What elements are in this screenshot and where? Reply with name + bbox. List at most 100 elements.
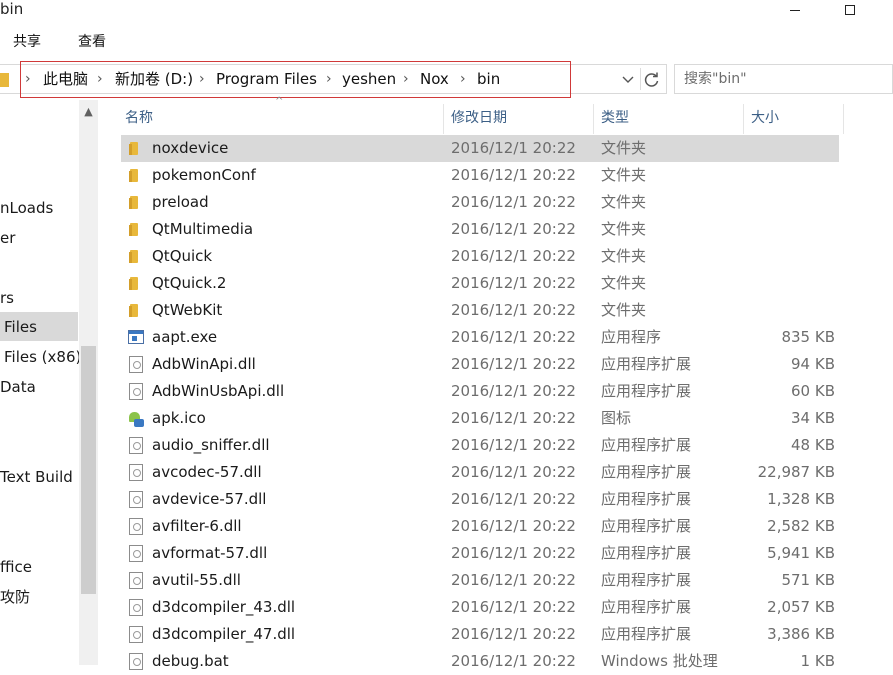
file-row[interactable]: QtQuick 2016/12/1 20:22 文件夹 bbox=[121, 243, 839, 270]
file-row[interactable]: d3dcompiler_43.dll 2016/12/1 20:22 应用程序扩展 2… bbox=[121, 594, 839, 621]
tab-view[interactable]: 查看 bbox=[78, 31, 106, 53]
file-row[interactable]: avcodec-57.dll 2016/12/1 20:22 应用程序扩展 22,98… bbox=[121, 459, 839, 486]
dll-icon bbox=[129, 356, 143, 373]
file-row[interactable]: noxdevice 2016/12/1 20:22 文件夹 bbox=[121, 135, 839, 162]
file-date: 2016/12/1 20:22 bbox=[451, 382, 576, 400]
file-type: 应用程序扩展 bbox=[601, 598, 692, 616]
file-type: 文件夹 bbox=[601, 166, 647, 184]
file-date: 2016/12/1 20:22 bbox=[451, 571, 576, 589]
file-type: 应用程序扩展 bbox=[601, 544, 692, 562]
file-name: avcodec-57.dll bbox=[152, 463, 262, 481]
file-type: 应用程序扩展 bbox=[601, 517, 692, 535]
scroll-up-icon[interactable]: ▲ bbox=[80, 104, 97, 120]
file-row[interactable]: QtMultimedia 2016/12/1 20:22 文件夹 bbox=[121, 216, 839, 243]
nav-item-office[interactable]: ffice bbox=[0, 553, 78, 581]
file-row[interactable]: AdbWinUsbApi.dll 2016/12/1 20:22 应用程序扩展 60 … bbox=[121, 378, 839, 405]
dll-icon bbox=[129, 626, 143, 643]
file-row[interactable]: QtQuick.2 2016/12/1 20:22 文件夹 bbox=[121, 270, 839, 297]
file-type: 应用程序扩展 bbox=[601, 355, 692, 373]
maximize-icon bbox=[845, 5, 855, 15]
search-box[interactable]: 搜索"bin" bbox=[674, 64, 893, 94]
dll-icon bbox=[129, 599, 143, 616]
folder-icon bbox=[128, 194, 144, 211]
file-name: pokemonConf bbox=[152, 166, 256, 184]
file-row[interactable]: d3dcompiler_47.dll 2016/12/1 20:22 应用程序扩展 3… bbox=[121, 621, 839, 648]
file-size: 1 KB bbox=[800, 652, 835, 670]
file-type: Windows 批处理 bbox=[601, 652, 718, 670]
dll-icon bbox=[129, 491, 143, 508]
column-header-name[interactable]: 名称 bbox=[125, 104, 153, 132]
nav-item-partial-rs[interactable]: rs bbox=[0, 284, 78, 312]
column-divider[interactable] bbox=[743, 104, 744, 134]
nav-item-program-files-x86[interactable]: Files (x86) bbox=[4, 343, 82, 371]
column-divider[interactable] bbox=[843, 104, 844, 134]
nav-item-program-files[interactable]: Files bbox=[4, 313, 82, 341]
file-date: 2016/12/1 20:22 bbox=[451, 301, 576, 319]
search-input[interactable]: 搜索"bin" bbox=[684, 65, 747, 93]
tab-share[interactable]: 共享 bbox=[13, 31, 41, 53]
column-header-type[interactable]: 类型 bbox=[601, 104, 629, 132]
refresh-icon bbox=[644, 72, 659, 87]
chevron-down-icon bbox=[622, 76, 634, 83]
file-name: preload bbox=[152, 193, 209, 211]
apk-icon bbox=[128, 410, 144, 427]
file-row[interactable]: preload 2016/12/1 20:22 文件夹 bbox=[121, 189, 839, 216]
refresh-button[interactable] bbox=[640, 68, 662, 90]
file-size: 2,582 KB bbox=[767, 517, 835, 535]
file-row[interactable]: avdevice-57.dll 2016/12/1 20:22 应用程序扩展 1,32… bbox=[121, 486, 839, 513]
column-divider[interactable] bbox=[443, 104, 444, 134]
file-type: 图标 bbox=[601, 409, 632, 427]
file-row[interactable]: audio_sniffer.dll 2016/12/1 20:22 应用程序扩展 48… bbox=[121, 432, 839, 459]
file-row[interactable]: pokemonConf 2016/12/1 20:22 文件夹 bbox=[121, 162, 839, 189]
file-date: 2016/12/1 20:22 bbox=[451, 139, 576, 157]
file-name: avutil-55.dll bbox=[152, 571, 241, 589]
file-row[interactable]: QtWebKit 2016/12/1 20:22 文件夹 bbox=[121, 297, 839, 324]
file-date: 2016/12/1 20:22 bbox=[451, 544, 576, 562]
dll-icon bbox=[129, 518, 143, 535]
address-highlight-box bbox=[20, 61, 571, 98]
file-row[interactable]: apk.ico 2016/12/1 20:22 图标 34 KB bbox=[121, 405, 839, 432]
bat-icon bbox=[129, 653, 143, 670]
file-size: 2,057 KB bbox=[767, 598, 835, 616]
file-row[interactable]: debug.bat 2016/12/1 20:22 Windows 批处理 1 KB bbox=[121, 648, 839, 675]
file-type: 应用程序 bbox=[601, 328, 662, 346]
nav-scrollbar-thumb[interactable] bbox=[81, 346, 96, 594]
dll-icon bbox=[129, 437, 143, 454]
file-size: 94 KB bbox=[791, 355, 835, 373]
nav-item-programdata[interactable]: Data bbox=[0, 373, 78, 401]
file-size: 1,328 KB bbox=[767, 490, 835, 508]
file-date: 2016/12/1 20:22 bbox=[451, 490, 576, 508]
file-type: 应用程序扩展 bbox=[601, 436, 692, 454]
nav-item-sublime-text[interactable]: Text Build 3 bbox=[0, 463, 78, 491]
file-type: 应用程序扩展 bbox=[601, 490, 692, 508]
nav-item-partial-er[interactable]: er bbox=[0, 224, 78, 252]
minimize-button[interactable] bbox=[772, 0, 818, 20]
file-row[interactable]: aapt.exe 2016/12/1 20:22 应用程序 835 KB bbox=[121, 324, 839, 351]
file-row[interactable]: avutil-55.dll 2016/12/1 20:22 应用程序扩展 571 KB bbox=[121, 567, 839, 594]
file-type: 文件夹 bbox=[601, 274, 647, 292]
file-row[interactable]: avformat-57.dll 2016/12/1 20:22 应用程序扩展 5,94… bbox=[121, 540, 839, 567]
maximize-button[interactable] bbox=[827, 0, 873, 20]
file-size: 48 KB bbox=[791, 436, 835, 454]
file-name: AdbWinApi.dll bbox=[152, 355, 256, 373]
file-date: 2016/12/1 20:22 bbox=[451, 652, 576, 670]
file-name: AdbWinUsbApi.dll bbox=[152, 382, 285, 400]
file-date: 2016/12/1 20:22 bbox=[451, 463, 576, 481]
address-history-dropdown[interactable] bbox=[620, 69, 636, 89]
file-size: 3,386 KB bbox=[767, 625, 835, 643]
folder-icon bbox=[0, 73, 9, 87]
column-divider[interactable] bbox=[593, 104, 594, 134]
folder-icon bbox=[128, 221, 144, 238]
file-name: avdevice-57.dll bbox=[152, 490, 267, 508]
file-size: 34 KB bbox=[791, 409, 835, 427]
file-name: avfilter-6.dll bbox=[152, 517, 242, 535]
nav-item-downloads[interactable]: nLoads bbox=[0, 194, 78, 222]
column-header-date[interactable]: 修改日期 bbox=[451, 104, 507, 132]
file-name: noxdevice bbox=[152, 139, 229, 157]
nav-item-gongfang[interactable]: 攻防 bbox=[0, 583, 78, 611]
column-header-size[interactable]: 大小 bbox=[751, 104, 779, 132]
file-row[interactable]: avfilter-6.dll 2016/12/1 20:22 应用程序扩展 2,582… bbox=[121, 513, 839, 540]
sort-ascending-icon: ^ bbox=[275, 96, 284, 107]
file-row[interactable]: AdbWinApi.dll 2016/12/1 20:22 应用程序扩展 94 KB bbox=[121, 351, 839, 378]
file-name: QtQuick bbox=[152, 247, 213, 265]
